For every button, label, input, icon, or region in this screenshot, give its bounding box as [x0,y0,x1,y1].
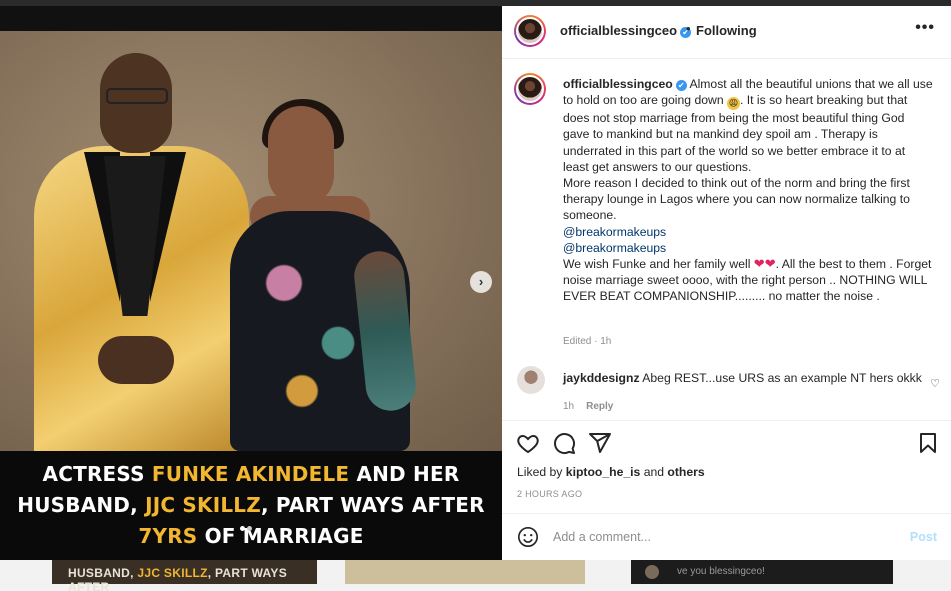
comment-input[interactable] [553,524,893,550]
caption-body: officialblessingceo ✔ Almost all the beau… [563,76,933,305]
avatar[interactable] [514,15,546,47]
verified-badge-icon: ✔ [675,80,687,91]
background-caption-part: JJC SKILLZ [137,566,208,580]
caption-text-part: JJC SKILLZ [145,493,261,517]
liked-by-user-link[interactable]: kiptoo_he_is [566,465,641,479]
edited-timestamp: Edited · 1h [563,336,612,347]
caption-text-part: OF MARRIAGE [197,524,364,548]
background-avatar [645,565,659,579]
more-options-icon[interactable]: ••• [915,19,935,37]
caption-text: More reason I decided to think out of th… [563,176,910,223]
background-post-thumbnail [345,560,585,584]
image-caption-line-2: HUSBAND, JJC SKILLZ, PART WAYS AFTER [0,490,502,521]
heart-icon[interactable] [516,431,540,455]
caption-text-part: , PART WAYS AFTER [260,493,485,517]
glasses [106,88,168,104]
mention-link[interactable]: @breakormakeups [563,225,666,239]
comment-time: 1h [563,401,575,412]
post-details-panel: officialblessingceo ✔ • Following ••• off… [502,6,951,560]
comment-like-icon[interactable]: ♡ [930,377,940,390]
post-caption: officialblessingceo ✔ Almost all the beau… [502,60,951,360]
bookmark-icon[interactable] [916,431,940,455]
comment-meta: 1h Reply [563,401,625,412]
red-heart-emoji-icon: ❤❤ [753,256,776,272]
background-caption-part: HUSBAND, [68,566,138,580]
carousel-dot [247,526,252,531]
username-text: officialblessingceo [560,23,678,38]
caption-text-part: ACTRESS [42,462,152,486]
man-hands [98,336,174,384]
add-comment-bar: Post [502,513,951,560]
post-timestamp[interactable]: 2 HOURS AGO [517,489,582,499]
share-icon[interactable] [588,431,612,455]
caption-text-part: 7YRS [138,524,198,548]
header-separator: • [686,21,691,36]
caption-text: We wish Funke and her family well [563,257,751,272]
post-comment-button[interactable]: Post [910,530,937,544]
following-button[interactable]: Following [696,23,757,38]
post-image[interactable]: ACTRESS FUNKE AKINDELE AND HER HUSBAND, … [0,6,502,560]
comment-item: jaykddesignz Abeg REST...use URS as an e… [502,362,951,418]
caption-text-part: AND HER [349,462,460,486]
comment-text: jaykddesignz Abeg REST...use URS as an e… [563,371,922,385]
caption-text-part: FUNKE AKINDELE [151,462,350,486]
post-header: officialblessingceo ✔ • Following ••• [502,6,951,59]
reply-button[interactable]: Reply [586,401,613,412]
caption-username[interactable]: officialblessingceo [563,77,673,91]
carousel-dots [240,518,260,531]
likes-prefix: Liked by [517,465,563,479]
likes-summary: Liked by kiptoo_he_is and others [517,465,705,479]
background-post-thumbnail: ve you blessingceo! [631,560,893,584]
image-caption-band: ACTRESS FUNKE AKINDELE AND HER HUSBAND, … [0,451,502,560]
mention-link[interactable]: @breakormakeups [563,241,666,255]
emoji-picker-icon[interactable] [517,526,539,548]
action-bar [502,420,951,460]
avatar[interactable] [517,366,545,394]
likes-and: and [643,465,665,479]
image-top-bar [0,6,502,31]
weary-face-emoji-icon: 😩 [726,97,740,111]
background-comment-text: ve you blessingceo! [677,566,765,577]
comment-icon[interactable] [552,431,576,455]
comment-username[interactable]: jaykddesignz [563,371,640,385]
background-post-thumbnail: HUSBAND, JJC SKILLZ, PART WAYS AFTER [52,560,317,591]
carousel-dot [240,526,245,531]
image-caption-line-1: ACTRESS FUNKE AKINDELE AND HER [0,459,502,490]
woman-head [268,106,334,206]
header-username[interactable]: officialblessingceo ✔ [560,23,692,38]
likes-others-link[interactable]: others [667,465,704,479]
comment-body: Abeg REST...use URS as an example NT her… [642,371,922,385]
chevron-right-icon[interactable]: › [470,271,492,293]
avatar[interactable] [514,73,546,105]
caption-text-part: HUSBAND, [17,493,146,517]
